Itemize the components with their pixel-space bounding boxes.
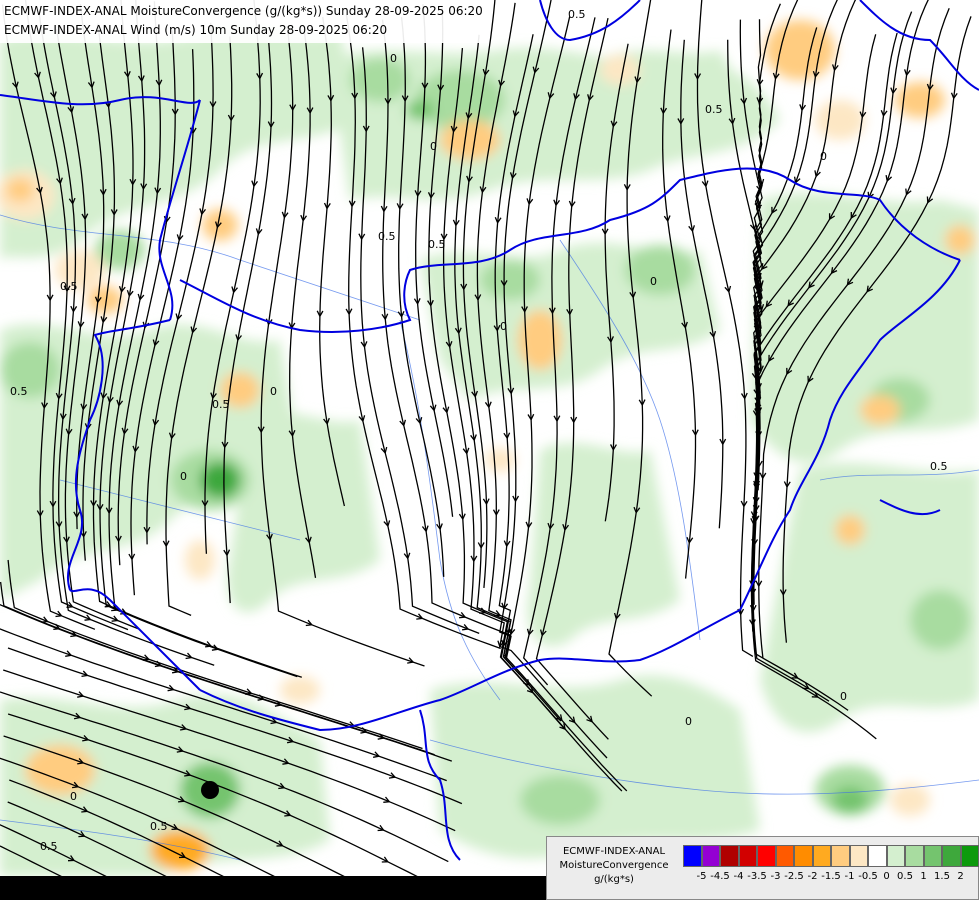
contour-label: 0: [500, 320, 507, 333]
legend-swatch: [794, 845, 813, 867]
legend-swatch: [720, 845, 739, 867]
legend-swatch: [831, 845, 850, 867]
green-region: [430, 675, 760, 859]
contour-label: 0: [820, 150, 827, 163]
contour-label: 0.5: [40, 840, 58, 853]
contour-label: 0.5: [568, 8, 586, 21]
orange-patch: [440, 120, 500, 160]
weather-map: 0.5 0 0.5 0 0.5 0 0.5 0 0.5 0 0.5 0 0.5 0 0.5 0 0.5 0 0.5 0: [0, 0, 979, 900]
map-edge-band: [0, 876, 546, 900]
legend-tick-label: 2: [957, 871, 964, 882]
legend-parameter: MoistureConvergence: [559, 860, 669, 871]
contour-label: 0: [180, 470, 187, 483]
legend-tick-label: -4.5: [710, 871, 730, 882]
orange-patch: [150, 830, 210, 870]
contour-label: 0.5: [60, 280, 78, 293]
green-patch: [520, 775, 600, 825]
legend-swatch: [812, 845, 831, 867]
contour-label: 0.5: [378, 230, 396, 243]
contour-label: 0: [650, 275, 657, 288]
legend-tick-label: -5: [696, 871, 707, 882]
legend-title: ECMWF-INDEX-ANAL MoistureConvergence g/(…: [551, 845, 677, 887]
title-moisture-convergence: ECMWF-INDEX-ANAL MoistureConvergence (g/…: [4, 4, 483, 18]
legend-swatch: [738, 845, 757, 867]
legend-tick-label: -2.5: [784, 871, 804, 882]
legend-swatch: [923, 845, 942, 867]
green-patch: [0, 342, 60, 398]
contour-label: 0.5: [428, 238, 446, 251]
legend-swatch: [942, 845, 961, 867]
legend-tick-label: -1.5: [821, 871, 841, 882]
green-patch: [480, 260, 540, 300]
orange-patch: [485, 448, 515, 472]
legend-tick-label: -0.5: [858, 871, 878, 882]
legend-swatch: [757, 845, 776, 867]
legend-tick-label: -4: [733, 871, 744, 882]
contour-label: 0: [70, 790, 77, 803]
contour-label: 0.5: [10, 385, 28, 398]
green-patch: [350, 58, 410, 102]
legend-swatches: [683, 845, 979, 867]
legend-swatch: [701, 845, 720, 867]
orange-patch: [945, 225, 975, 255]
green-core: [406, 100, 434, 120]
legend-tick-label: -3.5: [747, 871, 767, 882]
map-title: ECMWF-INDEX-ANAL MoistureConvergence (g/…: [0, 0, 489, 43]
legend-swatch: [868, 845, 887, 867]
legend-swatch: [849, 845, 868, 867]
contour-label: 0: [685, 715, 692, 728]
green-region: [750, 192, 979, 463]
orange-patch: [765, 20, 835, 80]
legend-swatch: [886, 845, 905, 867]
orange-patch: [280, 676, 320, 704]
legend-swatch: [960, 845, 979, 867]
orange-patch: [185, 540, 215, 580]
legend-ticks: -5 -4.5 -4 -3.5 -3 -2.5 -2 -1.5 -1 -0.5 0 0.5 1 1.5 2: [683, 871, 979, 887]
legend-swatch: [683, 845, 702, 867]
legend-swatch: [905, 845, 924, 867]
green-core: [832, 786, 868, 814]
color-legend: ECMWF-INDEX-ANAL MoistureConvergence g/(…: [546, 836, 979, 900]
contour-label: 0.5: [212, 398, 230, 411]
legend-tick-label: -2: [807, 871, 818, 882]
contour-label: 0: [430, 140, 437, 153]
convergence-max-spot: [201, 781, 219, 799]
contour-label: 0.5: [705, 103, 723, 116]
legend-tick-label: -1: [844, 871, 855, 882]
orange-patch: [25, 745, 95, 795]
contour-label: 0: [840, 690, 847, 703]
legend-tick-label: 0.5: [897, 871, 913, 882]
contour-label: 0.5: [930, 460, 948, 473]
legend-tick-label: 1.5: [934, 871, 950, 882]
legend-tick-label: -3: [770, 871, 781, 882]
orange-patch: [860, 395, 900, 425]
green-patch: [910, 590, 970, 650]
legend-tick-label: 0: [883, 871, 890, 882]
legend-units: g/(kg*s): [594, 874, 634, 885]
green-patch: [625, 245, 695, 295]
legend-swatch: [775, 845, 794, 867]
contour-label: 0: [390, 52, 397, 65]
legend-tick-label: 1: [920, 871, 927, 882]
orange-patch: [6, 178, 34, 202]
orange-patch: [600, 55, 640, 85]
orange-patch: [815, 100, 865, 140]
contour-label: 0: [270, 385, 277, 398]
orange-patch: [835, 515, 865, 545]
legend-model: ECMWF-INDEX-ANAL: [562, 846, 666, 857]
title-wind: ECMWF-INDEX-ANAL Wind (m/s) 10m Sunday 2…: [4, 23, 388, 37]
contour-label: 0.5: [150, 820, 168, 833]
